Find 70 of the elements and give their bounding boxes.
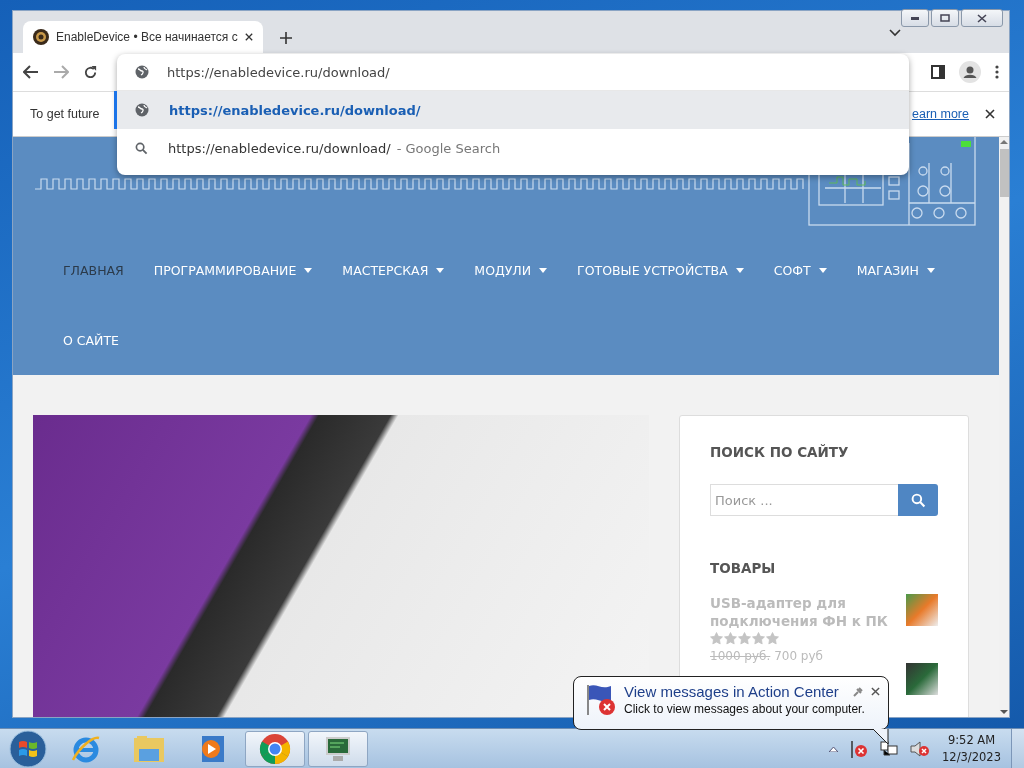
scrollbar[interactable] bbox=[999, 137, 1009, 717]
product-photo-placeholder bbox=[906, 663, 938, 695]
minimize-icon[interactable] bbox=[901, 9, 929, 27]
nav-link[interactable]: СОФТ bbox=[773, 235, 827, 305]
nav-link[interactable]: О САЙТЕ bbox=[63, 305, 119, 375]
speaker-muted-icon[interactable] bbox=[910, 740, 931, 757]
back-icon[interactable] bbox=[23, 65, 39, 79]
monitor-icon bbox=[323, 734, 353, 763]
flag-error-icon bbox=[584, 683, 618, 717]
suggestion-item[interactable]: https://enabledevice.ru/download/ bbox=[114, 91, 909, 129]
nav-link[interactable]: ГЛАВНАЯ bbox=[63, 235, 124, 305]
nav-link[interactable]: МОДУЛИ bbox=[474, 235, 548, 305]
old-price: 1000 руб. bbox=[710, 649, 771, 663]
side-panel-icon[interactable] bbox=[931, 65, 945, 79]
network-icon[interactable] bbox=[880, 740, 899, 757]
media-player-icon bbox=[199, 734, 225, 763]
browser-tab[interactable]: EnableDevice • Все начинается с bbox=[23, 21, 263, 53]
maximize-icon[interactable] bbox=[931, 9, 959, 27]
close-icon[interactable] bbox=[961, 9, 1003, 27]
show-hidden-icons-icon[interactable] bbox=[829, 745, 839, 752]
show-desktop-button[interactable] bbox=[1011, 728, 1024, 768]
product-price: 700 руб bbox=[774, 649, 823, 663]
profile-icon[interactable] bbox=[959, 61, 981, 83]
tab-close-icon[interactable] bbox=[245, 33, 253, 41]
nav-link[interactable]: МАГАЗИН bbox=[856, 235, 935, 305]
balloon-text: Click to view messages about your computer. bbox=[624, 702, 866, 716]
nav-link[interactable]: ПРОГРАММИРОВАНИЕ bbox=[153, 235, 313, 305]
suggestion-suffix: - Google Search bbox=[396, 140, 501, 156]
suggestion-text: https://enabledevice.ru/download/ bbox=[168, 140, 391, 156]
chrome-icon bbox=[259, 732, 291, 765]
tab-title: EnableDevice • Все начинается с bbox=[56, 30, 238, 44]
taskbar-button[interactable] bbox=[308, 730, 368, 767]
nav-link[interactable]: ГОТОВЫЕ УСТРОЙСТВА bbox=[577, 235, 744, 305]
start-button-icon[interactable] bbox=[9, 729, 47, 768]
product-photo-placeholder bbox=[906, 594, 938, 626]
flag-error-icon[interactable] bbox=[850, 739, 869, 758]
pin-icon[interactable] bbox=[853, 686, 863, 697]
clock-time[interactable]: 9:52 AM bbox=[942, 731, 1001, 749]
widget-title: ПОИСК ПО САЙТУ bbox=[710, 444, 850, 460]
site-favicon bbox=[33, 29, 49, 45]
star-icon bbox=[752, 632, 765, 645]
search-icon bbox=[135, 141, 148, 155]
close-icon[interactable] bbox=[871, 687, 880, 696]
tab-search-icon[interactable] bbox=[889, 29, 901, 37]
suggestion-text: https://enabledevice.ru/download/ bbox=[169, 102, 421, 118]
star-icon bbox=[710, 632, 723, 645]
learn-more-link[interactable]: earn more bbox=[912, 107, 969, 121]
star-icon bbox=[724, 632, 737, 645]
clock-date[interactable]: 12/3/2023 bbox=[942, 748, 1001, 766]
widget-title: ТОВАРЫ bbox=[710, 560, 777, 576]
balloon-title: View messages in Action Center bbox=[624, 683, 839, 700]
suggestion-item[interactable]: https://enabledevice.ru/download/ - Google Search bbox=[114, 129, 909, 167]
search-button[interactable] bbox=[898, 484, 938, 516]
star-icon bbox=[766, 632, 779, 645]
search-field[interactable]: Поиск ... bbox=[710, 484, 899, 516]
nav-link[interactable]: МАСТЕРСКАЯ bbox=[342, 235, 445, 305]
star-icon bbox=[738, 632, 751, 645]
reload-icon[interactable] bbox=[83, 64, 98, 80]
notification-balloon[interactable]: View messages in Action Center Click to view messages about your computer. bbox=[573, 676, 889, 730]
menu-icon[interactable] bbox=[995, 65, 999, 79]
folder-icon bbox=[133, 734, 165, 763]
infobar-close-icon[interactable] bbox=[985, 109, 995, 119]
scroll-thumb[interactable] bbox=[999, 149, 1009, 197]
globe-icon bbox=[135, 103, 149, 117]
infobar-text: To get future bbox=[30, 107, 100, 121]
globe-icon bbox=[135, 65, 149, 79]
balloon-tail bbox=[873, 729, 889, 745]
search-icon bbox=[910, 492, 926, 508]
product-link[interactable]: USB-адаптер для подключения ФН к ПК bbox=[710, 594, 890, 630]
taskbar-button[interactable] bbox=[245, 730, 305, 767]
